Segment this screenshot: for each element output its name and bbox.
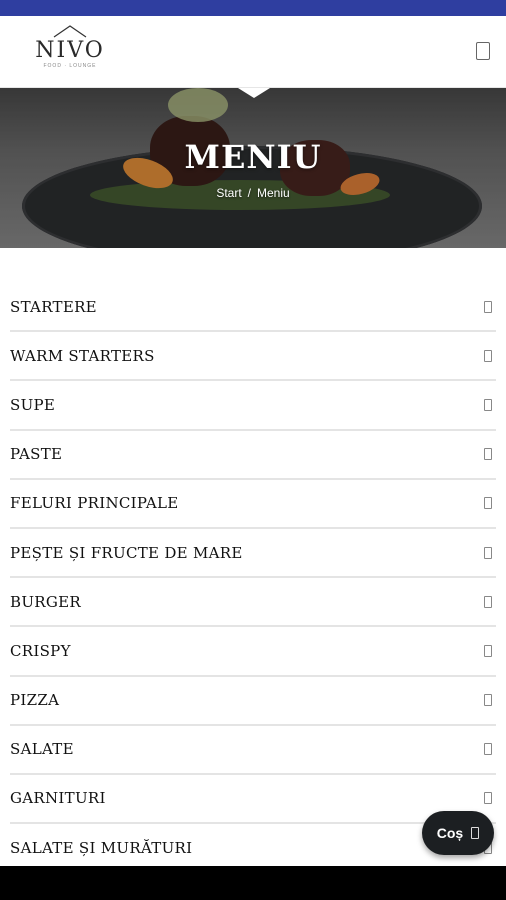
cart-button[interactable]: Coș (422, 811, 494, 855)
category-item-feluri-principale[interactable]: FELURI PRINCIPALE (10, 480, 496, 529)
category-item-peste[interactable]: PEȘTE ȘI FRUCTE DE MARE (10, 529, 496, 579)
category-label: PEȘTE ȘI FRUCTE DE MARE (10, 543, 243, 562)
breadcrumb-home-link[interactable]: Start (216, 186, 241, 200)
system-nav-bar (0, 866, 506, 900)
chevron-down-icon (484, 300, 492, 313)
cart-label: Coș (436, 825, 464, 841)
category-label: SUPE (10, 395, 56, 414)
logo[interactable]: NIVO FOOD · LOUNGE (34, 24, 106, 82)
category-label: GARNITURI (10, 789, 106, 808)
category-label: WARM STARTERS (10, 346, 155, 365)
category-label: SALATE (10, 740, 74, 759)
category-label: PIZZA (10, 691, 60, 710)
category-label: CRISPY (10, 641, 71, 660)
category-list: STARTERE WARM STARTERS SUPE PASTE FELURI… (10, 283, 496, 874)
category-label: PASTE (10, 445, 63, 464)
chevron-down-icon (484, 792, 492, 805)
category-item-paste[interactable]: PASTE (10, 431, 496, 480)
category-label: STARTERE (10, 297, 97, 316)
category-item-burger[interactable]: BURGER (10, 578, 496, 628)
header-notch (238, 88, 270, 98)
chevron-down-icon (484, 694, 492, 707)
breadcrumb-current: Meniu (257, 186, 290, 200)
chevron-down-icon (484, 546, 492, 559)
chevron-down-icon (484, 398, 492, 411)
roof-icon (53, 25, 87, 38)
breadcrumb-separator: / (247, 186, 251, 200)
hamburger-icon[interactable] (476, 42, 490, 60)
category-item-supe[interactable]: SUPE (10, 381, 496, 431)
category-label: SALATE ȘI MURĂTURI (10, 838, 193, 857)
chevron-down-icon (484, 743, 492, 756)
status-bar (0, 0, 506, 16)
chevron-down-icon (484, 644, 492, 657)
category-item-salate[interactable]: SALATE (10, 726, 496, 775)
page-title: MENIU (184, 138, 322, 176)
chevron-down-icon (484, 595, 492, 608)
breadcrumb: Start / Meniu (0, 186, 506, 200)
category-item-pizza[interactable]: PIZZA (10, 677, 496, 726)
category-item-crispy[interactable]: CRISPY (10, 627, 496, 677)
chevron-down-icon (484, 497, 492, 510)
chevron-down-icon (484, 349, 492, 362)
category-item-garnituri[interactable]: GARNITURI (10, 775, 496, 825)
logo-subtitle: FOOD · LOUNGE (43, 63, 97, 69)
chevron-down-icon (484, 448, 492, 461)
category-item-warm-starters[interactable]: WARM STARTERS (10, 332, 496, 382)
logo-text: NIVO (35, 38, 105, 63)
hero-banner: MENIU Start / Meniu (0, 88, 506, 248)
category-item-startere[interactable]: STARTERE (10, 283, 496, 333)
cart-icon (471, 827, 480, 839)
category-label: FELURI PRINCIPALE (10, 494, 179, 513)
category-label: BURGER (10, 592, 81, 611)
site-header: NIVO FOOD · LOUNGE (0, 16, 506, 88)
